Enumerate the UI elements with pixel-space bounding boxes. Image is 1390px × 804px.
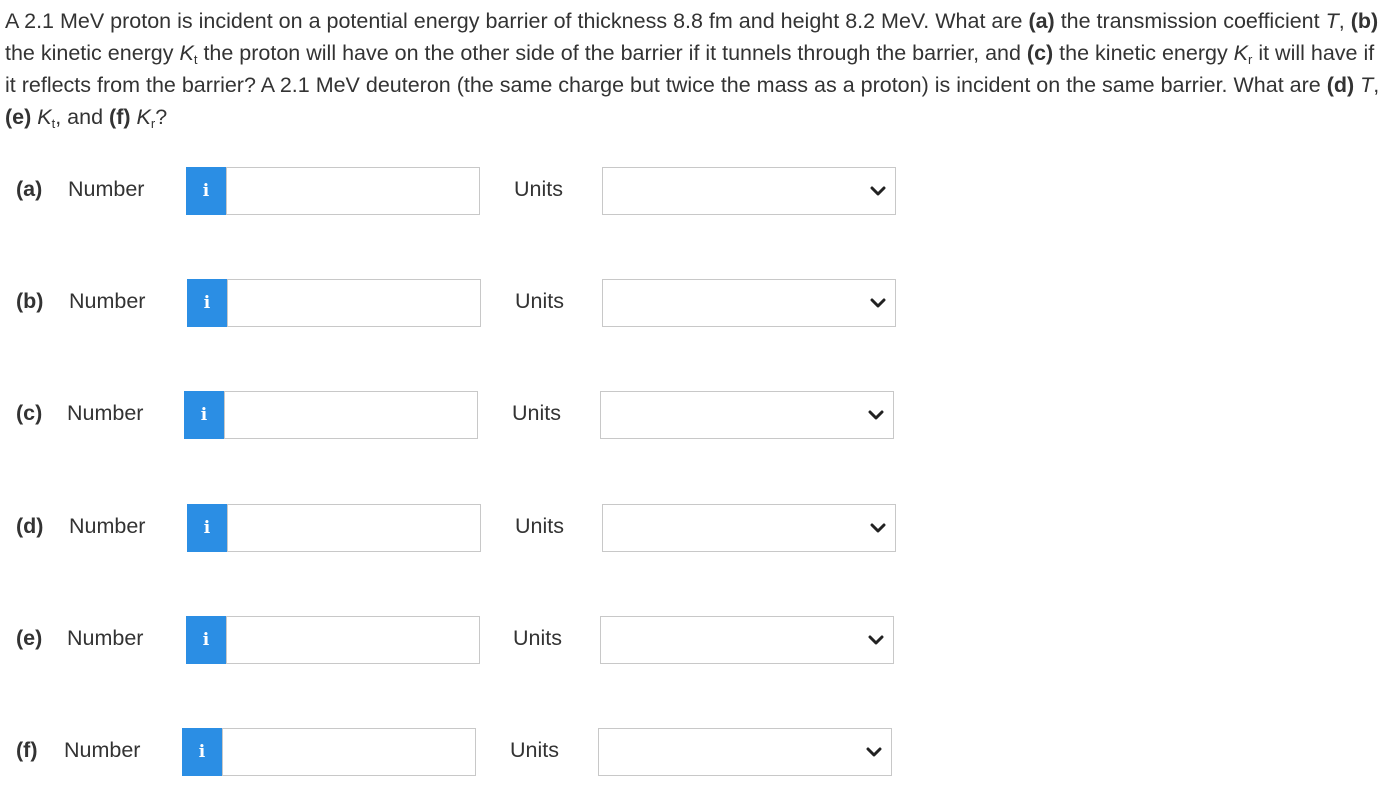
part-label: (c): [16, 401, 43, 425]
info-icon[interactable]: i: [184, 391, 224, 439]
answer-row-d: (d) Number i Units: [0, 504, 1390, 554]
number-label: Number: [68, 177, 145, 201]
chevron-down-icon: [866, 747, 882, 757]
chevron-down-icon: [870, 298, 886, 308]
chevron-down-icon: [868, 635, 884, 645]
question-segment: ,: [1373, 73, 1380, 97]
answer-row-e: (e) Number i Units: [0, 616, 1390, 666]
question-segment: ,: [1338, 9, 1351, 33]
part-label: (f): [16, 738, 38, 762]
info-icon[interactable]: i: [187, 504, 227, 552]
part-label: (b): [16, 289, 44, 313]
part-tag-f: (f): [109, 105, 131, 129]
units-select[interactable]: [602, 279, 896, 327]
units-select[interactable]: [600, 391, 894, 439]
units-label: Units: [514, 177, 563, 201]
units-select[interactable]: [600, 616, 894, 664]
question-segment: A 2.1 MeV proton is incident on a potent…: [5, 9, 1029, 33]
symbol-K: K: [1233, 41, 1249, 65]
units-label: Units: [512, 401, 561, 425]
part-label: (e): [16, 626, 43, 650]
question-segment: the kinetic energy: [1053, 41, 1234, 65]
units-label: Units: [515, 289, 564, 313]
chevron-down-icon: [870, 523, 886, 533]
number-label: Number: [67, 401, 144, 425]
number-input[interactable]: [222, 728, 476, 776]
units-select[interactable]: [602, 167, 896, 215]
info-icon[interactable]: i: [186, 616, 226, 664]
info-icon[interactable]: i: [186, 167, 226, 215]
answer-row-f: (f) Number i Units: [0, 728, 1390, 778]
info-icon[interactable]: i: [187, 279, 227, 327]
number-label: Number: [67, 626, 144, 650]
question-segment: the proton will have on the other side o…: [197, 41, 1027, 65]
symbol-K: K: [136, 105, 151, 129]
part-label: (d): [16, 514, 44, 538]
part-tag-e: (e): [5, 105, 32, 129]
symbol-K: K: [37, 105, 52, 129]
info-icon[interactable]: i: [182, 728, 222, 776]
number-input[interactable]: [227, 504, 481, 552]
question-text: A 2.1 MeV proton is incident on a potent…: [5, 5, 1380, 133]
symbol-T: T: [1325, 9, 1339, 33]
part-label: (a): [16, 177, 43, 201]
question-segment: the transmission coefficient: [1054, 9, 1326, 33]
part-tag-c: (c): [1026, 41, 1054, 65]
symbol-T: T: [1360, 73, 1374, 97]
number-label: Number: [64, 738, 141, 762]
units-select[interactable]: [598, 728, 892, 776]
part-tag-d: (d): [1326, 73, 1355, 97]
number-label: Number: [69, 289, 146, 313]
units-label: Units: [513, 626, 562, 650]
number-input[interactable]: [227, 279, 481, 327]
part-tag-a: (a): [1028, 9, 1055, 33]
number-input[interactable]: [224, 391, 478, 439]
units-select[interactable]: [602, 504, 896, 552]
question-segment: ?: [155, 105, 168, 129]
question-segment: , and: [55, 105, 110, 129]
number-input[interactable]: [226, 167, 480, 215]
chevron-down-icon: [870, 186, 886, 196]
answer-row-a: (a) Number i Units: [0, 167, 1390, 217]
units-label: Units: [510, 738, 559, 762]
answer-row-c: (c) Number i Units: [0, 391, 1390, 441]
chevron-down-icon: [868, 410, 884, 420]
answer-row-b: (b) Number i Units: [0, 279, 1390, 329]
number-input[interactable]: [226, 616, 480, 664]
units-label: Units: [515, 514, 564, 538]
symbol-K: K: [179, 41, 194, 65]
question-segment: the kinetic energy: [5, 41, 180, 65]
part-tag-b: (b): [1350, 9, 1379, 33]
number-label: Number: [69, 514, 146, 538]
